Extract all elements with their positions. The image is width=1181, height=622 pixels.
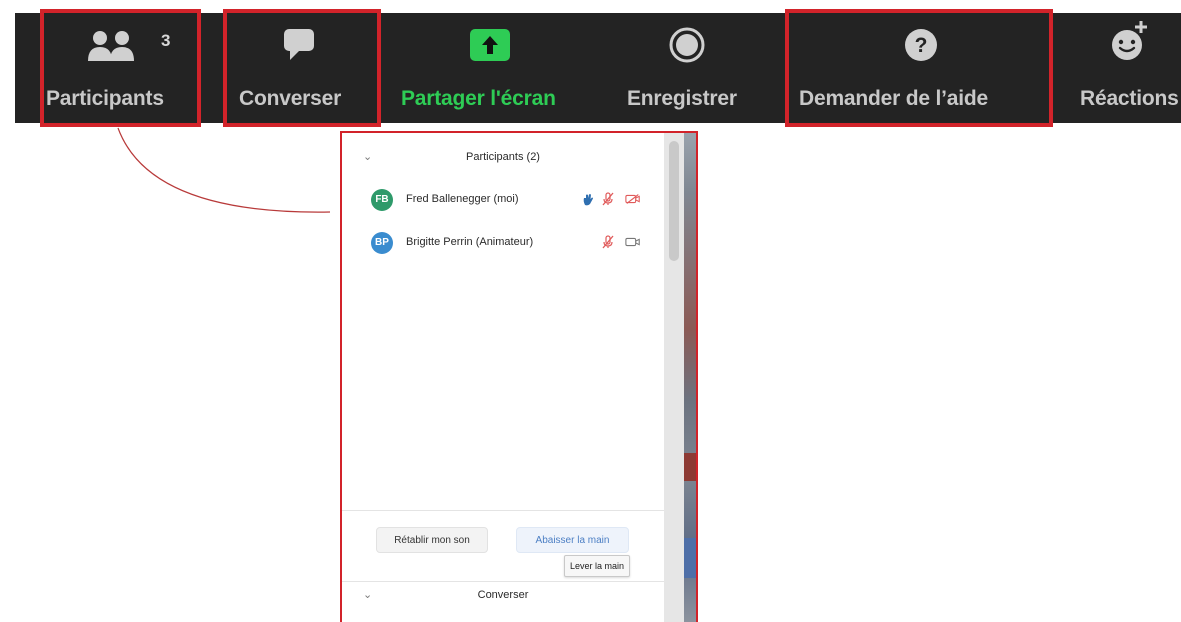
record-label: Enregistrer [627, 87, 737, 110]
share-screen-icon [470, 29, 510, 61]
panel-content: ⌄ Participants (2) FB Fred Ballenegger (… [342, 133, 664, 622]
participants-button[interactable]: 3 Participants [15, 13, 200, 123]
ask-help-button[interactable]: ? Demander de l’aide [793, 13, 1048, 123]
participants-label: Participants [46, 87, 164, 110]
background-window-strip [684, 453, 696, 481]
chat-button[interactable]: Converser [225, 13, 383, 123]
chat-section-header[interactable]: ⌄ Converser [342, 585, 664, 611]
avatar: BP [371, 232, 393, 254]
chat-section-title: Converser [477, 589, 529, 601]
muted-microphone-icon[interactable] [600, 191, 616, 207]
scrollbar[interactable] [664, 133, 684, 622]
participant-name: Fred Ballenegger (moi) [406, 193, 519, 205]
svg-text:?: ? [915, 34, 928, 57]
share-screen-button[interactable]: Partager l'écran [395, 13, 605, 123]
participant-row[interactable]: BP Brigitte Perrin (Animateur) [342, 228, 664, 258]
chat-label: Converser [239, 87, 342, 110]
record-icon [669, 27, 705, 63]
help-label: Demander de l’aide [799, 87, 988, 110]
muted-microphone-icon[interactable] [600, 234, 616, 250]
divider [342, 510, 664, 511]
raise-hand-tooltip: Lever la main [564, 555, 631, 577]
meeting-toolbar: 3 Participants Converser Partager l'écra… [15, 13, 1181, 123]
reactions-button[interactable]: Réactions [1075, 13, 1181, 123]
unmute-button[interactable]: Rétablir mon son [376, 527, 488, 553]
avatar: FB [371, 189, 393, 211]
help-icon: ? [905, 29, 937, 61]
lower-hand-button[interactable]: Abaisser la main [516, 527, 629, 553]
scrollbar-thumb[interactable] [669, 141, 679, 261]
share-screen-label: Partager l'écran [401, 87, 556, 110]
participants-section-header[interactable]: ⌄ Participants (2) [342, 147, 664, 173]
divider [342, 581, 664, 582]
participants-panel: ⌄ Participants (2) FB Fred Ballenegger (… [340, 131, 698, 622]
participants-icon [88, 31, 134, 61]
video-camera-icon[interactable] [625, 234, 641, 250]
raised-hand-icon [583, 194, 593, 206]
participant-row[interactable]: FB Fred Ballenegger (moi) [342, 185, 664, 215]
reactions-icon [1112, 21, 1147, 60]
chat-icon [284, 29, 314, 60]
participants-count: 3 [161, 31, 171, 50]
participant-name: Brigitte Perrin (Animateur) [406, 236, 534, 248]
participants-panel-title: Participants (2) [466, 151, 540, 163]
reactions-label: Réactions [1080, 87, 1179, 110]
record-button[interactable]: Enregistrer [615, 13, 775, 123]
background-window-strip [684, 538, 696, 578]
video-off-icon[interactable] [625, 191, 641, 207]
